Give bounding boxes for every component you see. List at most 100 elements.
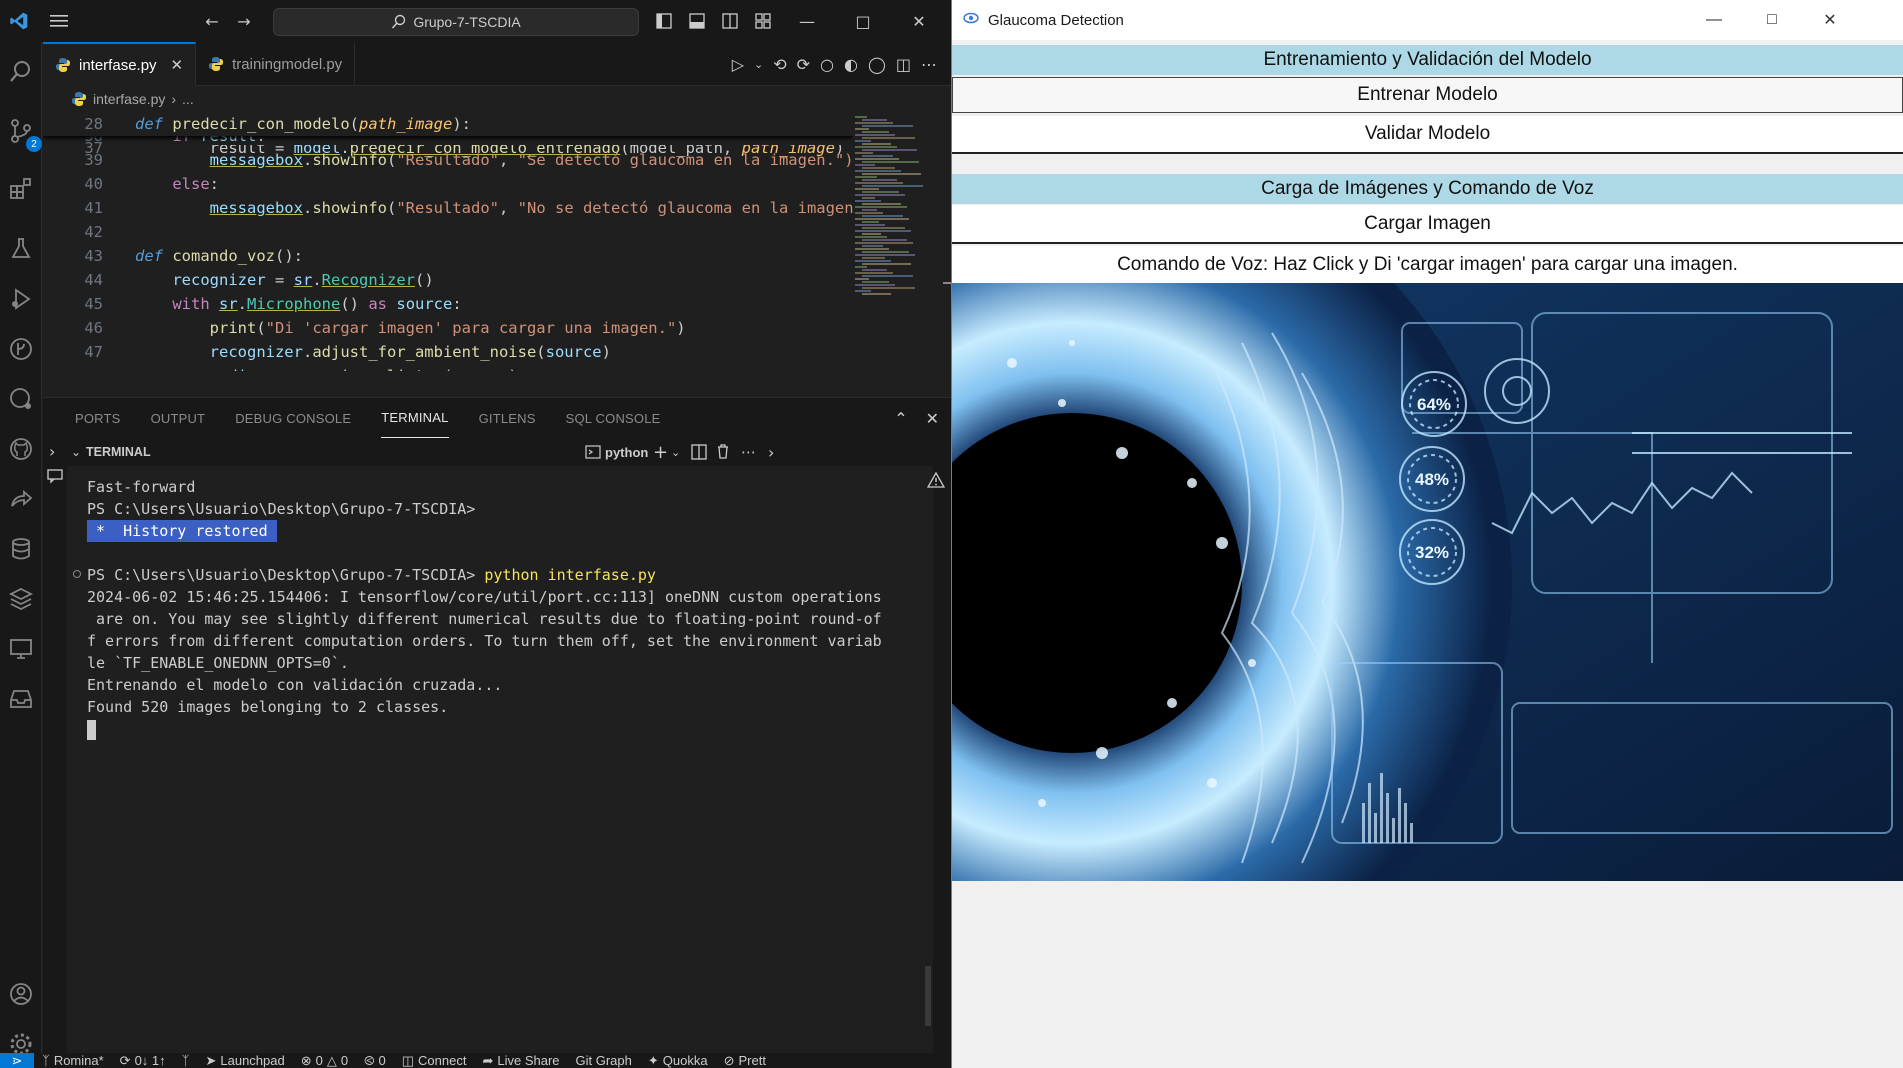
run-debug-icon[interactable]: [4, 282, 38, 316]
customize-layout-icon[interactable]: [751, 0, 775, 42]
close-panel-icon[interactable]: ✕: [926, 409, 939, 428]
warning-icon[interactable]: [926, 471, 946, 492]
ports[interactable]: ⧀ 0: [356, 1053, 394, 1068]
database-icon: ◫: [401, 1053, 415, 1068]
minimap-line: [862, 149, 917, 151]
maximize-icon[interactable]: □: [1743, 0, 1801, 40]
trash-icon[interactable]: [715, 443, 731, 463]
chevron-down-icon[interactable]: ⌄: [671, 446, 680, 459]
prettier[interactable]: ⊘ Prett: [716, 1053, 774, 1068]
accounts-icon[interactable]: [4, 977, 38, 1011]
new-terminal-icon[interactable]: +: [653, 442, 668, 463]
tab-output[interactable]: OUTPUT: [151, 398, 206, 438]
live-share-label: Live Share: [497, 1053, 560, 1068]
terminal-scrollbar[interactable]: [925, 966, 931, 1026]
inbox-icon[interactable]: [4, 682, 38, 716]
train-model-button[interactable]: Entrenar Modelo: [952, 77, 1903, 113]
tab-terminal[interactable]: TERMINAL: [381, 398, 449, 438]
minimap-line: [855, 260, 891, 262]
problems[interactable]: ⊗ 0 △ 0: [293, 1053, 356, 1068]
split-terminal-icon[interactable]: [691, 444, 707, 464]
back-arrow-icon[interactable]: ←: [200, 0, 224, 42]
git-commit-icon[interactable]: ○: [820, 55, 834, 74]
run-icon[interactable]: ▷: [732, 55, 744, 74]
git-graph-toggle[interactable]: ᛉ: [174, 1053, 198, 1068]
tab-gitlens[interactable]: GITLENS: [479, 398, 536, 438]
split-editor-icon[interactable]: ◫: [896, 55, 911, 74]
git-branch[interactable]: ᛉ Romina*: [34, 1053, 112, 1068]
breadcrumb-more[interactable]: ...: [182, 91, 194, 107]
live-share[interactable]: ➦ Live Share: [474, 1053, 567, 1068]
git-sync[interactable]: ⟳ 0↓ 1↑: [112, 1053, 174, 1068]
explorer-icon[interactable]: [4, 54, 38, 88]
extensions-icon[interactable]: [4, 172, 38, 206]
panel-tabs: PORTS OUTPUT DEBUG CONSOLE TERMINAL GITL…: [43, 398, 951, 438]
editor-scrollbar[interactable]: [943, 112, 951, 397]
database-icon[interactable]: [4, 532, 38, 566]
more-actions-icon[interactable]: ⋯: [741, 443, 756, 461]
terminal-prompt: PS C:\Users\Usuario\Desktop\Grupo-7-TSCD…: [87, 566, 485, 584]
close-icon[interactable]: ✕: [896, 0, 942, 42]
launchpad[interactable]: ➤ Launchpad: [197, 1053, 292, 1068]
minimap-line: [855, 230, 911, 232]
tab-ports[interactable]: PORTS: [75, 398, 121, 438]
minimize-icon[interactable]: —: [784, 0, 830, 42]
tab-debug-console[interactable]: DEBUG CONSOLE: [235, 398, 351, 438]
minimap-line: [855, 134, 895, 136]
breadcrumb: interfase.py › ...: [43, 88, 194, 110]
github-icon[interactable]: [4, 432, 38, 466]
code-editor[interactable]: 37 result = model.predecir_con_modelo_en…: [43, 112, 853, 397]
tab-trainingmodel[interactable]: trainingmodel.py: [196, 42, 356, 86]
tab-close-icon[interactable]: ✕: [171, 56, 184, 74]
live-share-icon[interactable]: [4, 482, 38, 516]
validate-model-button[interactable]: Validar Modelo: [952, 116, 1903, 154]
source-control-icon[interactable]: 2: [4, 114, 42, 152]
scm-badge: 2: [26, 136, 42, 152]
gitlens-icon[interactable]: [4, 332, 38, 366]
breadcrumb-file[interactable]: interfase.py: [93, 91, 165, 107]
minimap-line: [855, 248, 889, 250]
gitlens-blame-icon[interactable]: ◯: [868, 55, 886, 74]
gitlens-inspect-icon[interactable]: [4, 382, 38, 416]
chevron-right-icon[interactable]: ›: [768, 443, 774, 462]
more-actions-icon[interactable]: ⋯: [921, 55, 937, 74]
voice-command-button[interactable]: Comando de Voz: Haz Click y Di 'cargar i…: [952, 246, 1903, 283]
chevron-down-icon[interactable]: ⌄: [754, 58, 763, 71]
line-number: 42: [84, 223, 103, 241]
terminal-output[interactable]: Fast-forward PS C:\Users\Usuario\Desktop…: [67, 466, 933, 1054]
section-training-heading: Entrenamiento y Validación del Modelo: [952, 45, 1903, 75]
toggle-panel-icon[interactable]: [685, 0, 709, 42]
git-graph[interactable]: Git Graph: [568, 1053, 640, 1068]
compare-icon[interactable]: ⟳: [797, 55, 810, 74]
chat-icon[interactable]: [47, 468, 63, 488]
maximize-icon[interactable]: □: [840, 0, 886, 42]
connect[interactable]: ◫ Connect: [394, 1053, 475, 1068]
app-feather-icon: [962, 9, 980, 31]
toggle-primary-sidebar-icon[interactable]: [652, 0, 676, 42]
tab-interfase[interactable]: interfase.py ✕: [43, 42, 197, 86]
toggle-secondary-sidebar-icon[interactable]: [718, 0, 742, 42]
minimize-icon[interactable]: —: [1685, 0, 1743, 40]
terminal-shell-label[interactable]: python: [605, 445, 648, 460]
menu-icon[interactable]: [42, 0, 76, 42]
sticky-scroll-header[interactable]: 28 def predecir_con_modelo(path_image):: [43, 112, 853, 136]
remote-indicator-icon[interactable]: ⋗: [0, 1053, 34, 1068]
minimap[interactable]: [853, 112, 943, 397]
tab-sql-console[interactable]: SQL CONSOLE: [566, 398, 661, 438]
code-line: recognizer.adjust_for_ambient_noise(sour…: [209, 343, 611, 361]
chevron-down-icon[interactable]: ⌄: [71, 445, 81, 459]
history-icon[interactable]: ⟲: [773, 55, 786, 74]
remote-explorer-icon[interactable]: [4, 632, 38, 666]
maximize-panel-icon[interactable]: ⌃: [894, 409, 907, 428]
minimap-line: [862, 155, 893, 157]
load-image-button[interactable]: Cargar Imagen: [952, 205, 1903, 244]
minimap-line: [862, 209, 877, 211]
quokka[interactable]: ✦ Quokka: [640, 1053, 716, 1068]
command-center-search[interactable]: Grupo-7-TSCDIA: [273, 8, 639, 36]
close-icon[interactable]: ✕: [1801, 0, 1859, 40]
layers-icon[interactable]: [4, 582, 38, 616]
testing-flask-icon[interactable]: [4, 232, 38, 266]
forward-arrow-icon[interactable]: →: [232, 0, 256, 42]
code-line: messagebox.showinfo("Resultado", "Se det…: [209, 151, 853, 169]
git-compare-icon[interactable]: ◐: [844, 55, 858, 74]
